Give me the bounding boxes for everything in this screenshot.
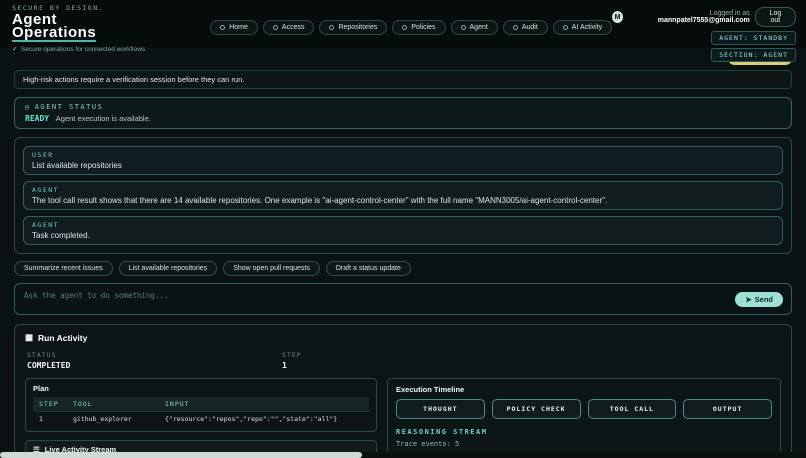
message-role: AGENT [32, 221, 774, 229]
app-title-line2: Operations [12, 26, 96, 42]
status-icon: ◎ [25, 103, 31, 111]
run-activity-panel: ▦ Run Activity STATUS COMPLETED STEP 1 P… [14, 324, 792, 458]
plan-table: STEP TOOL INPUT 1 github_explorer {"reso… [33, 397, 369, 426]
filter-output[interactable]: OUTPUT [683, 399, 772, 419]
main-nav: Home Access Repositories Policies Agent … [210, 20, 612, 35]
status-value: COMPLETED [27, 361, 282, 370]
status-label: STATUS [27, 351, 282, 359]
send-button[interactable]: ➤ Send [735, 292, 783, 307]
plan-input: {"resource":"repos","repo":"","state":"a… [159, 412, 369, 427]
send-icon: ➤ [745, 295, 751, 304]
section-badge: SECTION: AGENT [711, 48, 796, 62]
nav-item-agent[interactable]: Agent [451, 20, 498, 35]
main-content: Start Step-up High-risk actions require … [0, 48, 806, 458]
nav-item-label: Home [229, 24, 248, 31]
nav-item-policies[interactable]: Policies [392, 20, 445, 35]
ai-activity-icon [563, 25, 568, 30]
chip-summarize-issues[interactable]: Summarize recent issues [14, 261, 113, 276]
check-icon: ✓ [12, 45, 18, 53]
access-icon [273, 25, 278, 30]
timeline-title: Execution Timeline [396, 385, 772, 394]
plan-tool: github_explorer [67, 412, 159, 427]
user-email: mannpatel7555@gmail.com [658, 17, 750, 24]
chip-list-repositories[interactable]: List available repositories [119, 261, 218, 276]
app-title: Agent Operations [12, 13, 210, 42]
horizontal-scrollbar-thumb[interactable] [0, 452, 362, 458]
plan-title: Plan [33, 384, 369, 393]
horizontal-scrollbar[interactable] [0, 452, 806, 458]
trace-events: Trace events: 5 [396, 440, 772, 448]
chat-message-user: USER List available repositories [23, 146, 783, 175]
avatar: M [612, 11, 623, 23]
policies-icon [402, 25, 407, 30]
app-subtitle-text: Secure operations for connected workflow… [21, 46, 145, 53]
message-text: The tool call result shows that there ar… [32, 196, 774, 205]
logout-button[interactable]: Log out [755, 7, 796, 27]
suggestion-chips: Summarize recent issues List available r… [14, 261, 792, 276]
nav-item-label: Policies [411, 24, 435, 31]
nav-item-access[interactable]: Access [263, 20, 315, 35]
agent-state: READY [25, 114, 49, 123]
execution-timeline: Execution Timeline THOUGHT POLICY CHECK … [387, 378, 781, 458]
nav-item-home[interactable]: Home [210, 20, 258, 35]
agent-status-badge: AGENT: STANDBY [711, 31, 796, 45]
run-activity-title: Run Activity [38, 333, 87, 343]
plan-row: 1 github_explorer {"resource":"repos","r… [33, 412, 369, 427]
agent-icon [461, 25, 466, 30]
nav-item-label: Agent [470, 24, 488, 31]
home-icon [220, 25, 225, 30]
plan-box: Plan STEP TOOL INPUT 1 gi [25, 378, 377, 432]
nav-item-label: Audit [522, 24, 538, 31]
message-role: AGENT [32, 186, 774, 194]
filter-thought[interactable]: THOUGHT [396, 399, 485, 419]
agent-state-message: Agent execution is available. [56, 114, 151, 123]
agent-status-panel: ◎ AGENT STATUS READY Agent execution is … [14, 97, 792, 129]
nav-item-audit[interactable]: Audit [503, 20, 548, 35]
filter-tool-call[interactable]: TOOL CALL [588, 399, 677, 419]
message-text: List available repositories [32, 161, 774, 170]
app-subtitle: ✓ Secure operations for connected workfl… [12, 45, 210, 53]
chat-panel: USER List available repositories AGENT T… [14, 137, 792, 254]
reasoning-title: REASONING STREAM [396, 428, 772, 436]
message-text: Task completed. [32, 231, 774, 240]
brand-block: SECURE BY DESIGN. Agent Operations ✓ Sec… [12, 4, 210, 53]
nav-item-repositories[interactable]: Repositories [319, 20, 387, 35]
chip-draft-status-update[interactable]: Draft a status update [326, 261, 411, 276]
audit-icon [513, 25, 518, 30]
send-label: Send [755, 295, 773, 304]
chat-message-agent: AGENT The tool call result shows that th… [23, 181, 783, 210]
chat-message-agent: AGENT Task completed. [23, 216, 783, 245]
logged-in-text: Logged in as mannpatel7555@gmail.com [628, 10, 750, 24]
message-role: USER [32, 151, 774, 159]
nav-item-label: AI Activity [572, 24, 602, 31]
plan-step: 1 [33, 412, 67, 427]
nav-item-ai-activity[interactable]: AI Activity [553, 20, 612, 35]
step-label: STEP [282, 351, 537, 359]
repositories-icon [329, 25, 334, 30]
agent-status-title: AGENT STATUS [35, 103, 104, 111]
account-area: M Logged in as mannpatel7555@gmail.com L… [612, 4, 796, 62]
stepup-notice: High-risk actions require a verification… [14, 70, 792, 89]
grid-icon: ▦ [25, 332, 33, 343]
app-header: SECURE BY DESIGN. Agent Operations ✓ Sec… [0, 0, 806, 48]
logged-in-prefix: Logged in as [710, 10, 750, 17]
step-value: 1 [282, 361, 537, 370]
filter-policy-check[interactable]: POLICY CHECK [492, 399, 581, 419]
nav-item-label: Access [282, 24, 305, 31]
plan-col-step: STEP [33, 397, 67, 412]
agent-prompt-input[interactable] [15, 284, 791, 314]
nav-item-label: Repositories [338, 24, 377, 31]
plan-col-input: INPUT [159, 397, 369, 412]
composer: ➤ Send [14, 283, 792, 315]
plan-col-tool: TOOL [67, 397, 159, 412]
chip-show-pull-requests[interactable]: Show open pull requests [223, 261, 320, 276]
